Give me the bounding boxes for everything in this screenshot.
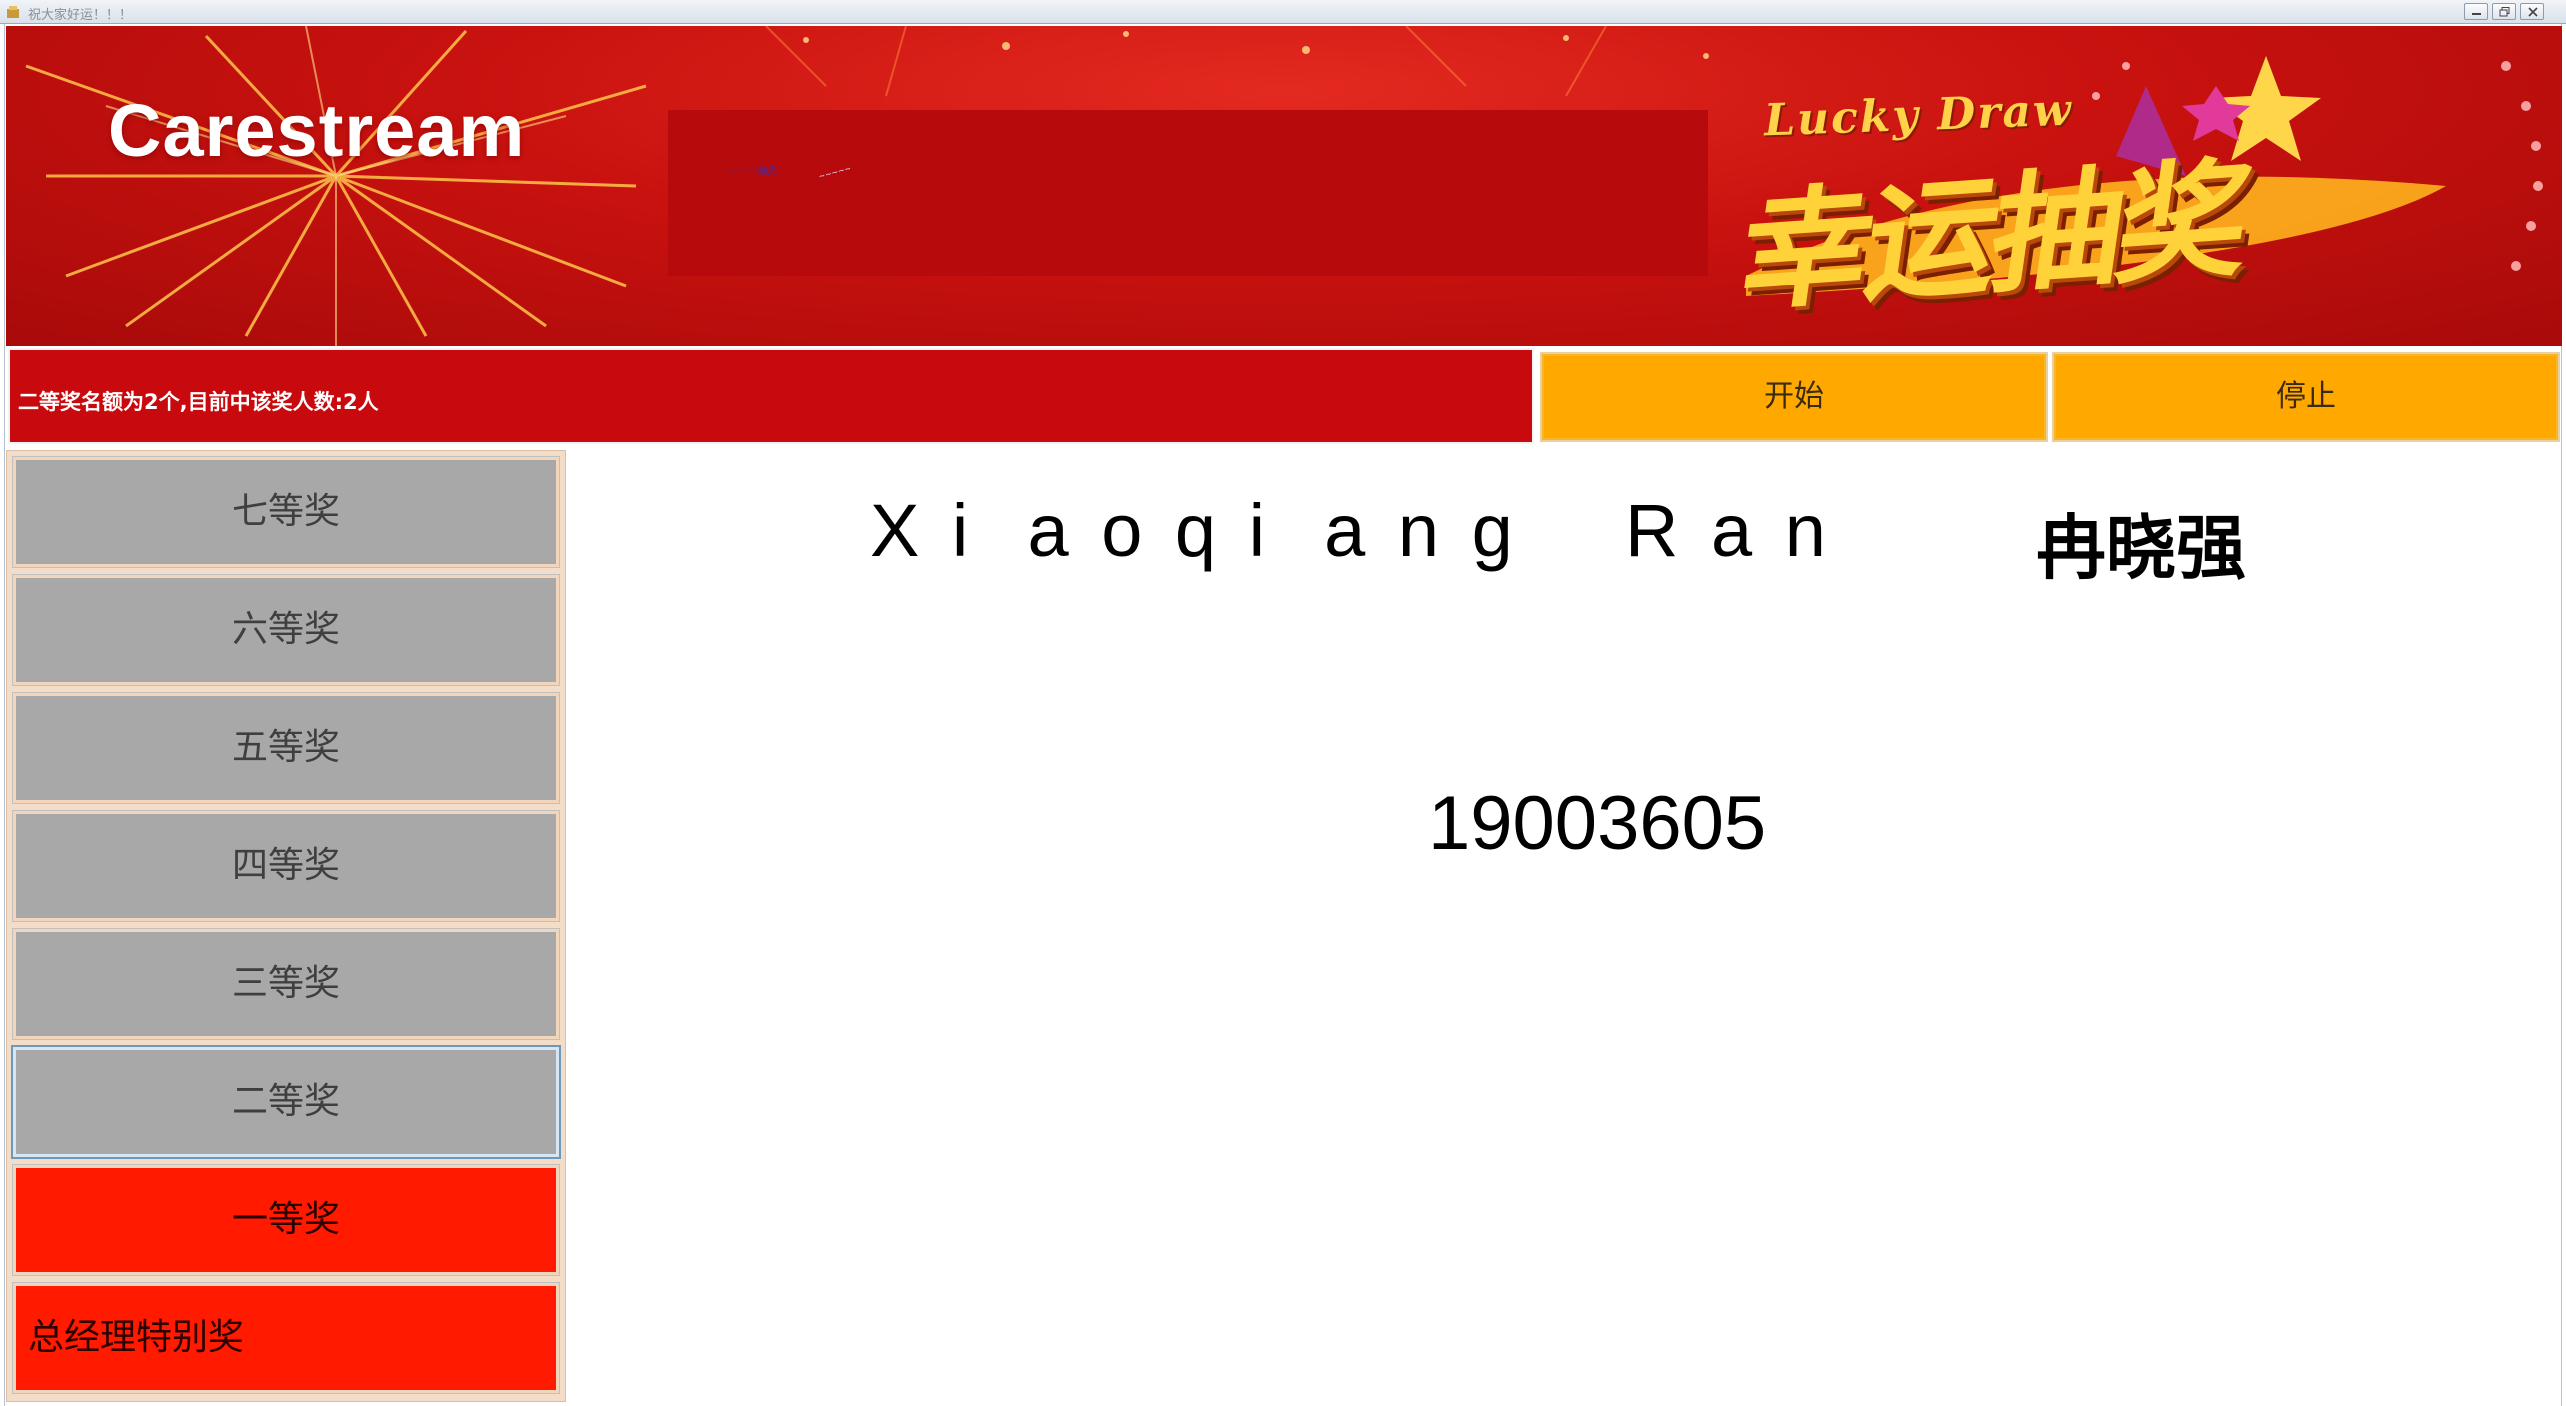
prize-button-1[interactable]: 一等奖 (12, 1164, 560, 1276)
winner-name-en: X i a o q i a n g R a n (870, 489, 1832, 572)
banner-center-panel (668, 110, 1708, 276)
stop-button[interactable]: 停止 (2052, 352, 2560, 442)
banner-small-text: ~~~~抽奖 (728, 167, 777, 177)
prize-button-2[interactable]: 二等奖 (11, 1045, 561, 1159)
winner-employee-id: 19003605 (1428, 781, 1767, 866)
window-title: 祝大家好运！！！ (28, 8, 133, 23)
prize-list: 七等奖 六等奖 五等奖 四等奖 三等奖 二等奖 一等奖 总经理特别奖 (6, 450, 566, 1402)
header-banner: Carestream ~~~~抽奖 ~~~~~ Lucky Draw 幸运抽奖 (6, 26, 2562, 346)
prize-button-7[interactable]: 七等奖 (12, 456, 560, 568)
prize-button-6[interactable]: 六等奖 (12, 574, 560, 686)
minimize-button[interactable] (2464, 3, 2488, 20)
status-message: 二等奖名额为2个,目前中该奖人数:2人 (18, 390, 379, 414)
prize-button-special[interactable]: 总经理特别奖 (12, 1282, 560, 1394)
status-bar: 二等奖名额为2个,目前中该奖人数:2人 (8, 348, 1534, 444)
winner-name-cn: 冉晓强 (2036, 507, 2246, 589)
restore-button[interactable] (2492, 3, 2516, 20)
prize-button-4[interactable]: 四等奖 (12, 810, 560, 922)
lucky-draw-title-cn: 幸运抽奖 (1730, 142, 2255, 330)
close-icon (2528, 7, 2538, 17)
company-logo: Carestream (108, 89, 526, 172)
restore-icon (2499, 7, 2510, 17)
prize-button-3[interactable]: 三等奖 (12, 928, 560, 1040)
app-icon (7, 6, 19, 18)
window-title-bar[interactable]: 祝大家好运！！！ (0, 0, 2566, 24)
close-button[interactable] (2520, 3, 2544, 20)
prize-button-5[interactable]: 五等奖 (12, 692, 560, 804)
minimize-icon (2472, 13, 2481, 15)
start-button[interactable]: 开始 (1540, 352, 2048, 442)
